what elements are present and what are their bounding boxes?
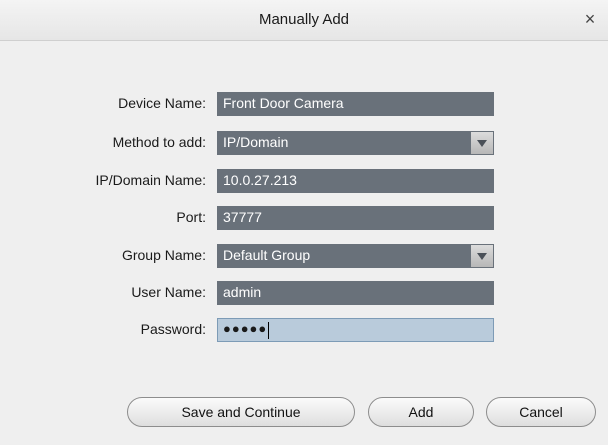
device-name-row: Device Name: Front Door Camera	[0, 92, 608, 116]
user-name-input[interactable]: admin	[217, 281, 494, 305]
ip-domain-input[interactable]: 10.0.27.213	[217, 169, 494, 193]
title-bar: Manually Add ×	[0, 0, 608, 41]
password-input[interactable]: ●●●●●	[217, 318, 494, 342]
password-label: Password:	[140, 321, 206, 337]
close-icon[interactable]: ×	[580, 9, 600, 29]
device-name-label: Device Name:	[118, 95, 206, 111]
user-name-label: User Name:	[131, 284, 206, 300]
dialog-title: Manually Add	[258, 11, 350, 28]
group-selected-value: Default Group	[223, 247, 311, 263]
method-select[interactable]: IP/Domain	[217, 131, 494, 155]
text-caret	[268, 321, 270, 339]
method-label: Method to add:	[112, 134, 206, 150]
group-select[interactable]: Default Group	[217, 244, 494, 268]
port-row: Port: 37777	[0, 206, 608, 230]
user-name-row: User Name: admin	[0, 281, 608, 305]
group-row: Group Name: Default Group	[0, 244, 608, 268]
port-input[interactable]: 37777	[217, 206, 494, 230]
dropdown-arrow-icon[interactable]	[471, 132, 493, 154]
cancel-button[interactable]: Cancel	[486, 397, 596, 427]
add-button[interactable]: Add	[368, 397, 474, 427]
port-label: Port:	[176, 209, 206, 225]
dropdown-arrow-icon[interactable]	[471, 245, 493, 267]
password-row: Password: ●●●●●	[0, 318, 608, 342]
ip-domain-row: IP/Domain Name: 10.0.27.213	[0, 169, 608, 193]
ip-domain-label: IP/Domain Name:	[95, 172, 206, 188]
method-row: Method to add: IP/Domain	[0, 131, 608, 155]
group-label: Group Name:	[121, 247, 206, 263]
method-selected-value: IP/Domain	[223, 134, 289, 150]
manually-add-dialog: Manually Add × Device Name: Front Door C…	[0, 0, 608, 445]
device-name-input[interactable]: Front Door Camera	[217, 92, 494, 116]
password-mask: ●●●●●	[223, 321, 268, 336]
save-and-continue-button[interactable]: Save and Continue	[127, 397, 355, 427]
